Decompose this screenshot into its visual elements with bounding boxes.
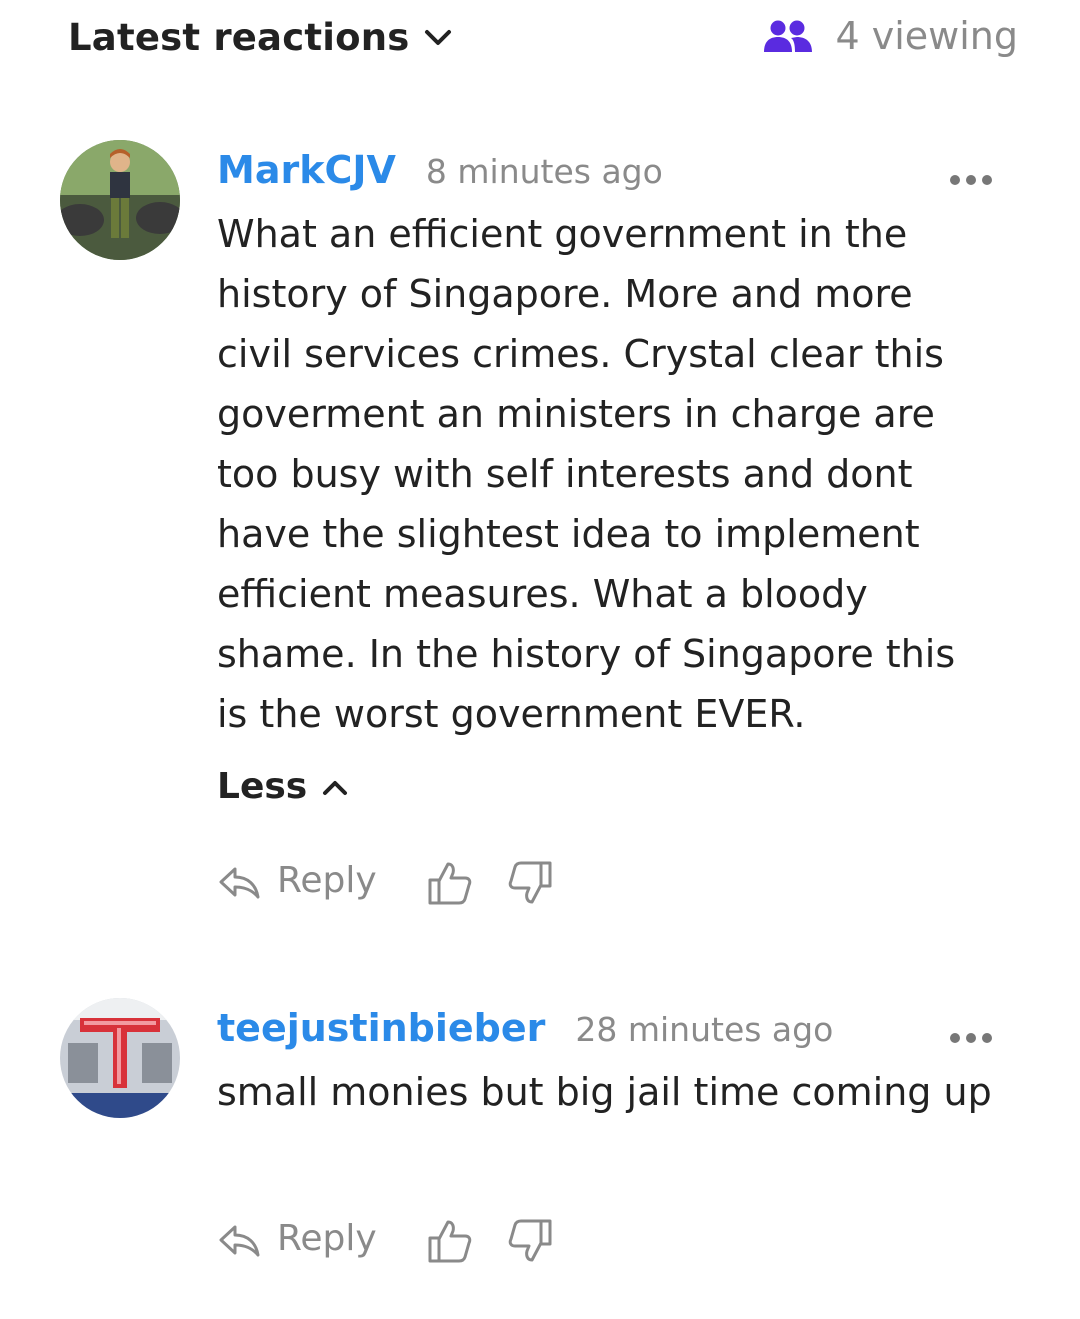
more-dot — [982, 175, 992, 185]
more-dot — [950, 175, 960, 185]
reply-button[interactable]: Reply — [217, 860, 377, 901]
sort-dropdown[interactable]: Latest reactions — [68, 16, 452, 59]
more-dot — [966, 175, 976, 185]
comment-text: What an efficient government in the hist… — [217, 212, 956, 736]
dislike-button[interactable] — [507, 1218, 553, 1268]
less-toggle[interactable]: Less — [217, 766, 349, 807]
comment-time: 28 minutes ago — [575, 1010, 834, 1049]
comment-text: small monies but big jail time coming up — [217, 1070, 992, 1114]
comment-actions: Reply — [217, 860, 617, 910]
comment-meta: MarkCJV 8 minutes ago — [217, 148, 663, 192]
viewing-text: 4 viewing — [835, 14, 1018, 58]
reactions-header: Latest reactions 4 viewing — [0, 0, 1080, 90]
more-options-button[interactable] — [950, 175, 992, 185]
more-options-button[interactable] — [950, 1033, 992, 1043]
users-icon — [764, 20, 813, 52]
reply-label: Reply — [277, 860, 377, 901]
sort-label: Latest reactions — [68, 16, 410, 59]
reply-arrow-icon — [219, 1225, 260, 1256]
more-dot — [950, 1033, 960, 1043]
viewing-count: 4 viewing — [763, 14, 1018, 58]
chevron-up-icon — [323, 780, 348, 795]
dislike-button[interactable] — [507, 860, 553, 910]
more-dot — [982, 1033, 992, 1043]
thumbs-down-icon — [508, 1219, 552, 1262]
avatar[interactable] — [60, 140, 180, 260]
comment-author[interactable]: MarkCJV — [217, 148, 396, 192]
more-dot — [966, 1033, 976, 1043]
comment-author[interactable]: teejustinbieber — [217, 1006, 545, 1050]
thumbs-down-icon — [508, 861, 552, 904]
less-label: Less — [217, 766, 308, 807]
like-button[interactable] — [427, 860, 473, 910]
like-button[interactable] — [427, 1218, 473, 1268]
reply-arrow-icon — [219, 867, 260, 898]
chevron-down-icon — [424, 29, 451, 45]
avatar[interactable] — [60, 998, 180, 1118]
thumbs-up-icon — [428, 862, 472, 905]
comment-actions: Reply — [217, 1218, 617, 1268]
reply-label: Reply — [277, 1218, 377, 1259]
comment-time: 8 minutes ago — [425, 152, 663, 191]
comment-meta: teejustinbieber 28 minutes ago — [217, 1006, 833, 1050]
thumbs-up-icon — [428, 1220, 472, 1263]
reply-button[interactable]: Reply — [217, 1218, 377, 1259]
